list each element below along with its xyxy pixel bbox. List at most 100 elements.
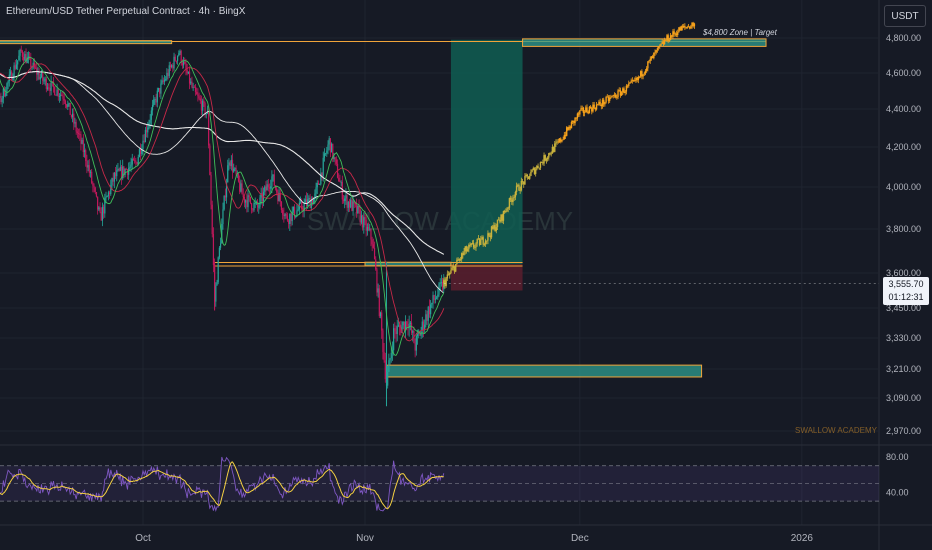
projected-candle-body <box>673 31 675 35</box>
candle-body <box>258 206 260 208</box>
candle-body <box>304 199 306 204</box>
candle-body <box>365 219 367 231</box>
projected-candle-body <box>509 198 512 200</box>
projected-candle-body <box>534 169 537 174</box>
candle-body <box>316 182 318 188</box>
projected-candle-body <box>649 58 651 61</box>
candle-body <box>362 215 364 228</box>
projected-candle-body <box>557 141 560 143</box>
candle-body <box>431 302 433 305</box>
projected-candle-body <box>674 33 677 35</box>
candle-body <box>46 87 49 89</box>
candle-body <box>97 196 99 210</box>
candle-body <box>44 78 46 81</box>
candle-body <box>86 161 88 168</box>
candle-body <box>19 49 21 56</box>
projected-candle-body <box>505 211 507 213</box>
candle-body <box>159 88 161 94</box>
candle-body <box>393 328 395 351</box>
projected-candle-body <box>588 106 591 114</box>
candle-body <box>103 206 105 214</box>
support-resistance-zone <box>522 38 767 47</box>
candle-body <box>58 96 61 97</box>
projected-candle-body <box>597 104 599 106</box>
projected-candle-body <box>542 162 544 164</box>
rsi-pane: 80.00 40.00 <box>0 452 909 512</box>
currency-button[interactable]: USDT <box>884 5 926 27</box>
projected-candle-body <box>573 120 575 124</box>
candle-body <box>172 65 174 69</box>
y-tick-label: 4,800.00 <box>886 33 921 43</box>
candle-body <box>414 343 416 351</box>
projected-candle-body <box>546 157 549 159</box>
candle-body <box>432 295 434 303</box>
projected-candle-body <box>501 214 503 221</box>
candle-body <box>253 203 255 211</box>
projected-candle-body <box>630 80 632 83</box>
candle-body <box>375 259 377 270</box>
projected-candle-body <box>526 174 529 177</box>
candle-body <box>344 198 346 202</box>
candle-body <box>276 188 278 193</box>
candle-body <box>39 77 41 80</box>
candle-body <box>397 325 400 327</box>
y-tick-label: 3,090.00 <box>886 393 921 403</box>
projected-candle-body <box>684 25 686 27</box>
candle-body <box>330 143 333 153</box>
projected-candle-body <box>445 278 447 286</box>
projected-candle-body <box>641 71 643 77</box>
candle-body <box>106 196 108 197</box>
projected-candle-body <box>558 138 561 142</box>
projected-candle-body <box>562 139 564 140</box>
projected-candle-body <box>585 107 587 113</box>
projected-candle-body <box>666 35 668 41</box>
candle-body <box>153 99 155 105</box>
target-label: $4,800 Zone | Target <box>702 28 778 37</box>
candle-body <box>246 200 248 208</box>
candle-body <box>55 95 57 96</box>
projected-candle-body <box>570 121 573 129</box>
candle-body <box>145 129 148 133</box>
projected-candle-body <box>620 92 623 96</box>
projected-candle-body <box>518 184 520 191</box>
candle-body <box>171 65 173 68</box>
x-tick-label: Dec <box>571 533 589 544</box>
projected-candle-body <box>685 26 687 28</box>
candle-body <box>288 220 290 224</box>
projected-candle-body <box>675 33 678 36</box>
price-chart[interactable]: SWALLOW ACADEMY 4,800.00 4,600.00 4,400.00… <box>0 0 932 550</box>
x-tick-label: Nov <box>356 533 374 544</box>
candle-body <box>251 203 253 210</box>
candle-body <box>82 140 84 153</box>
projected-candle-body <box>611 96 613 97</box>
candle-body <box>151 104 154 111</box>
candle-body <box>328 138 330 145</box>
projected-candle-body <box>459 259 462 261</box>
projected-candle-body <box>449 273 451 275</box>
projected-candle-body <box>691 22 693 27</box>
candle-body <box>94 187 96 192</box>
projected-candle-body <box>487 233 489 241</box>
candle-body <box>339 181 341 183</box>
candle-body <box>388 360 390 372</box>
candle-body <box>415 336 417 351</box>
projected-candle-body <box>548 153 550 158</box>
candle-body <box>219 243 222 248</box>
projected-candle-body <box>618 90 620 92</box>
candle-body <box>240 183 242 192</box>
projected-candle-body <box>648 60 650 62</box>
projected-candle-body <box>672 31 674 37</box>
projected-candle-body <box>453 266 456 272</box>
candle-body <box>140 149 142 154</box>
candle-body <box>93 185 95 188</box>
candle-body <box>329 138 331 153</box>
candle-body <box>325 153 327 155</box>
y-tick-label: 3,210.00 <box>886 364 921 374</box>
candle-body <box>384 360 386 380</box>
projected-candle-body <box>626 85 629 87</box>
candle-body <box>87 165 89 168</box>
candle-body <box>54 87 56 96</box>
candle-body <box>323 153 326 158</box>
candle-body <box>273 174 275 186</box>
projected-candle-body <box>656 48 659 51</box>
